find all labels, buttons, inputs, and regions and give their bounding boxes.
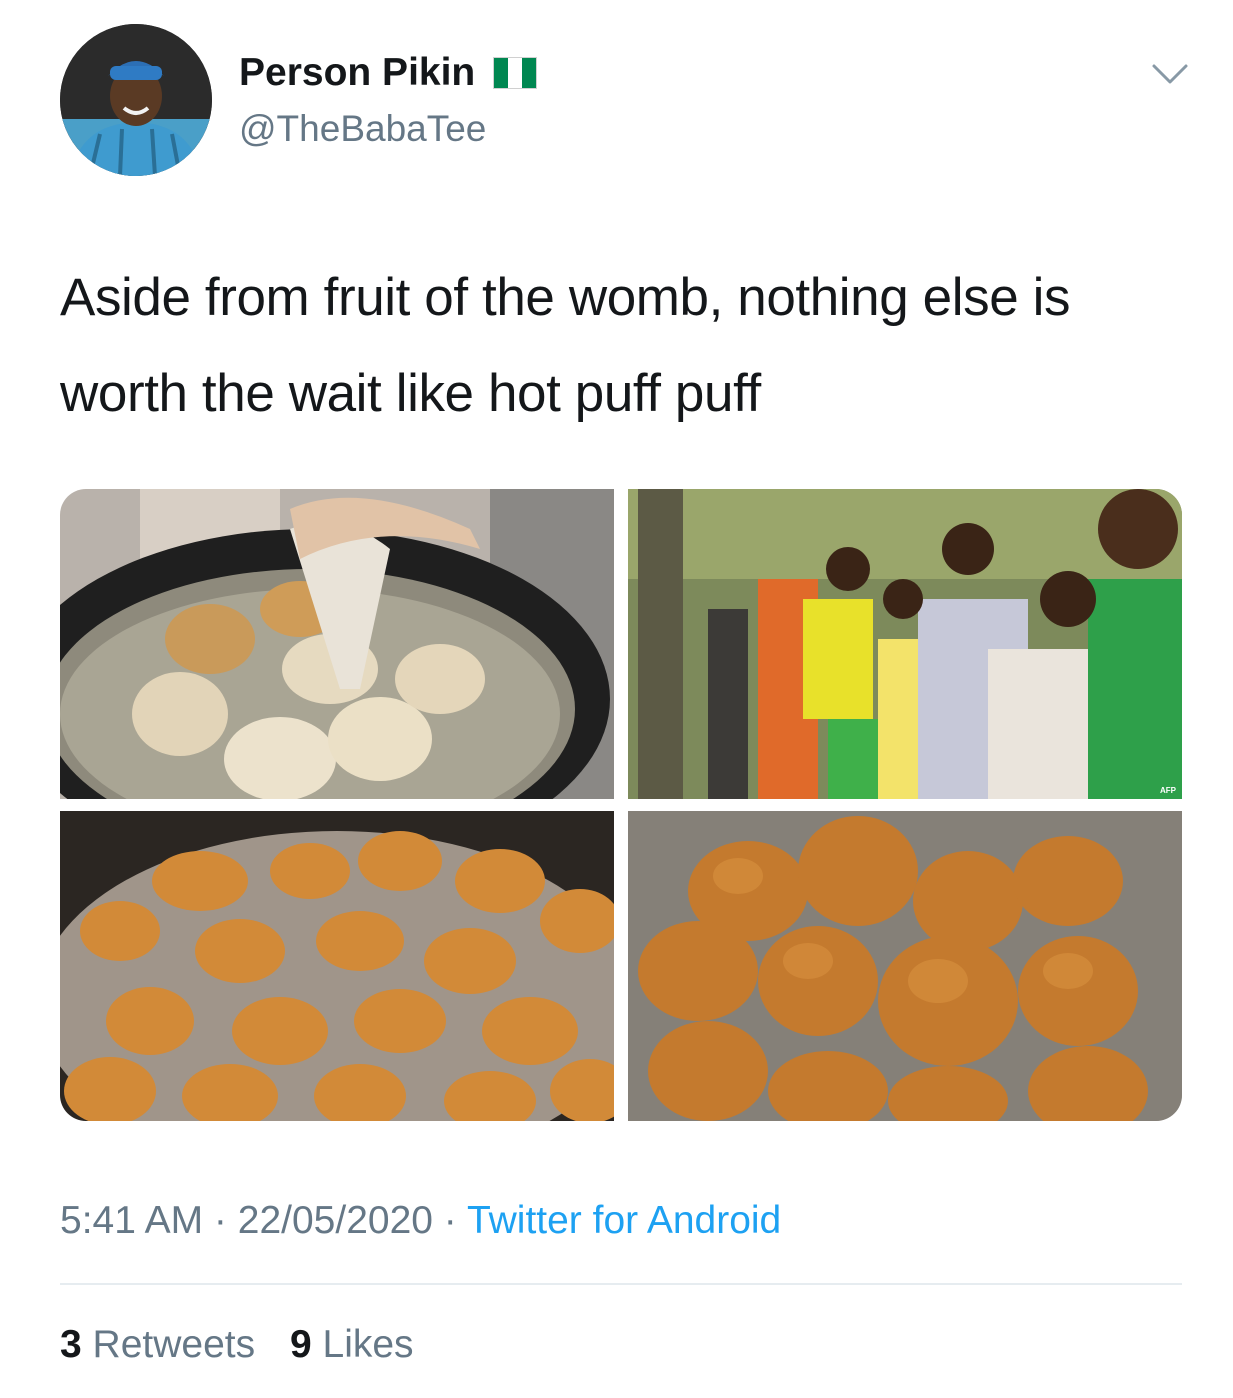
retweets-stat[interactable]: 3 Retweets xyxy=(60,1323,255,1366)
chevron-down-icon[interactable] xyxy=(1150,58,1190,88)
media-photo-1[interactable] xyxy=(60,489,614,799)
avatar[interactable] xyxy=(60,24,212,176)
nigeria-flag-icon xyxy=(493,57,538,89)
divider xyxy=(60,1283,1182,1285)
meta-separator: · xyxy=(432,1199,467,1242)
tweet-source-link[interactable]: Twitter for Android xyxy=(467,1199,781,1242)
tweet-text: Aside from fruit of the womb, nothing el… xyxy=(60,268,1071,423)
media-photo-3[interactable] xyxy=(60,811,614,1121)
author-name-row[interactable]: Person Pikin xyxy=(239,48,538,98)
media-photo-2[interactable]: AFP xyxy=(628,489,1182,799)
author-display-name[interactable]: Person Pikin xyxy=(239,48,475,98)
puff-puff-basket-photo-icon xyxy=(628,811,1182,1121)
queue-of-people-photo-icon xyxy=(628,489,1182,799)
likes-stat[interactable]: 9 Likes xyxy=(290,1323,414,1366)
meta-separator: · xyxy=(203,1199,238,1242)
frying-puff-puff-photo-icon xyxy=(60,811,614,1121)
likes-count: 9 xyxy=(289,1323,312,1366)
media-grid: AFP xyxy=(60,489,1182,1121)
media-photo-4[interactable] xyxy=(628,811,1182,1121)
tweet-stats: 3 Retweets 9 Likes xyxy=(60,1320,438,1370)
profile-photo-icon xyxy=(60,24,212,176)
tweet-meta: 5:41 AM · 22/05/2020 · Twitter for Andro… xyxy=(60,1196,781,1246)
tweet-date[interactable]: 22/05/2020 xyxy=(238,1199,433,1242)
photo-watermark: AFP xyxy=(1160,786,1176,795)
author-handle[interactable]: @TheBabaTee xyxy=(239,106,486,152)
frying-dough-photo-icon xyxy=(60,489,614,799)
likes-label: Likes xyxy=(322,1323,414,1366)
tweet-time[interactable]: 5:41 AM xyxy=(60,1199,203,1242)
retweets-label: Retweets xyxy=(92,1323,256,1366)
retweets-count: 3 xyxy=(60,1323,82,1366)
